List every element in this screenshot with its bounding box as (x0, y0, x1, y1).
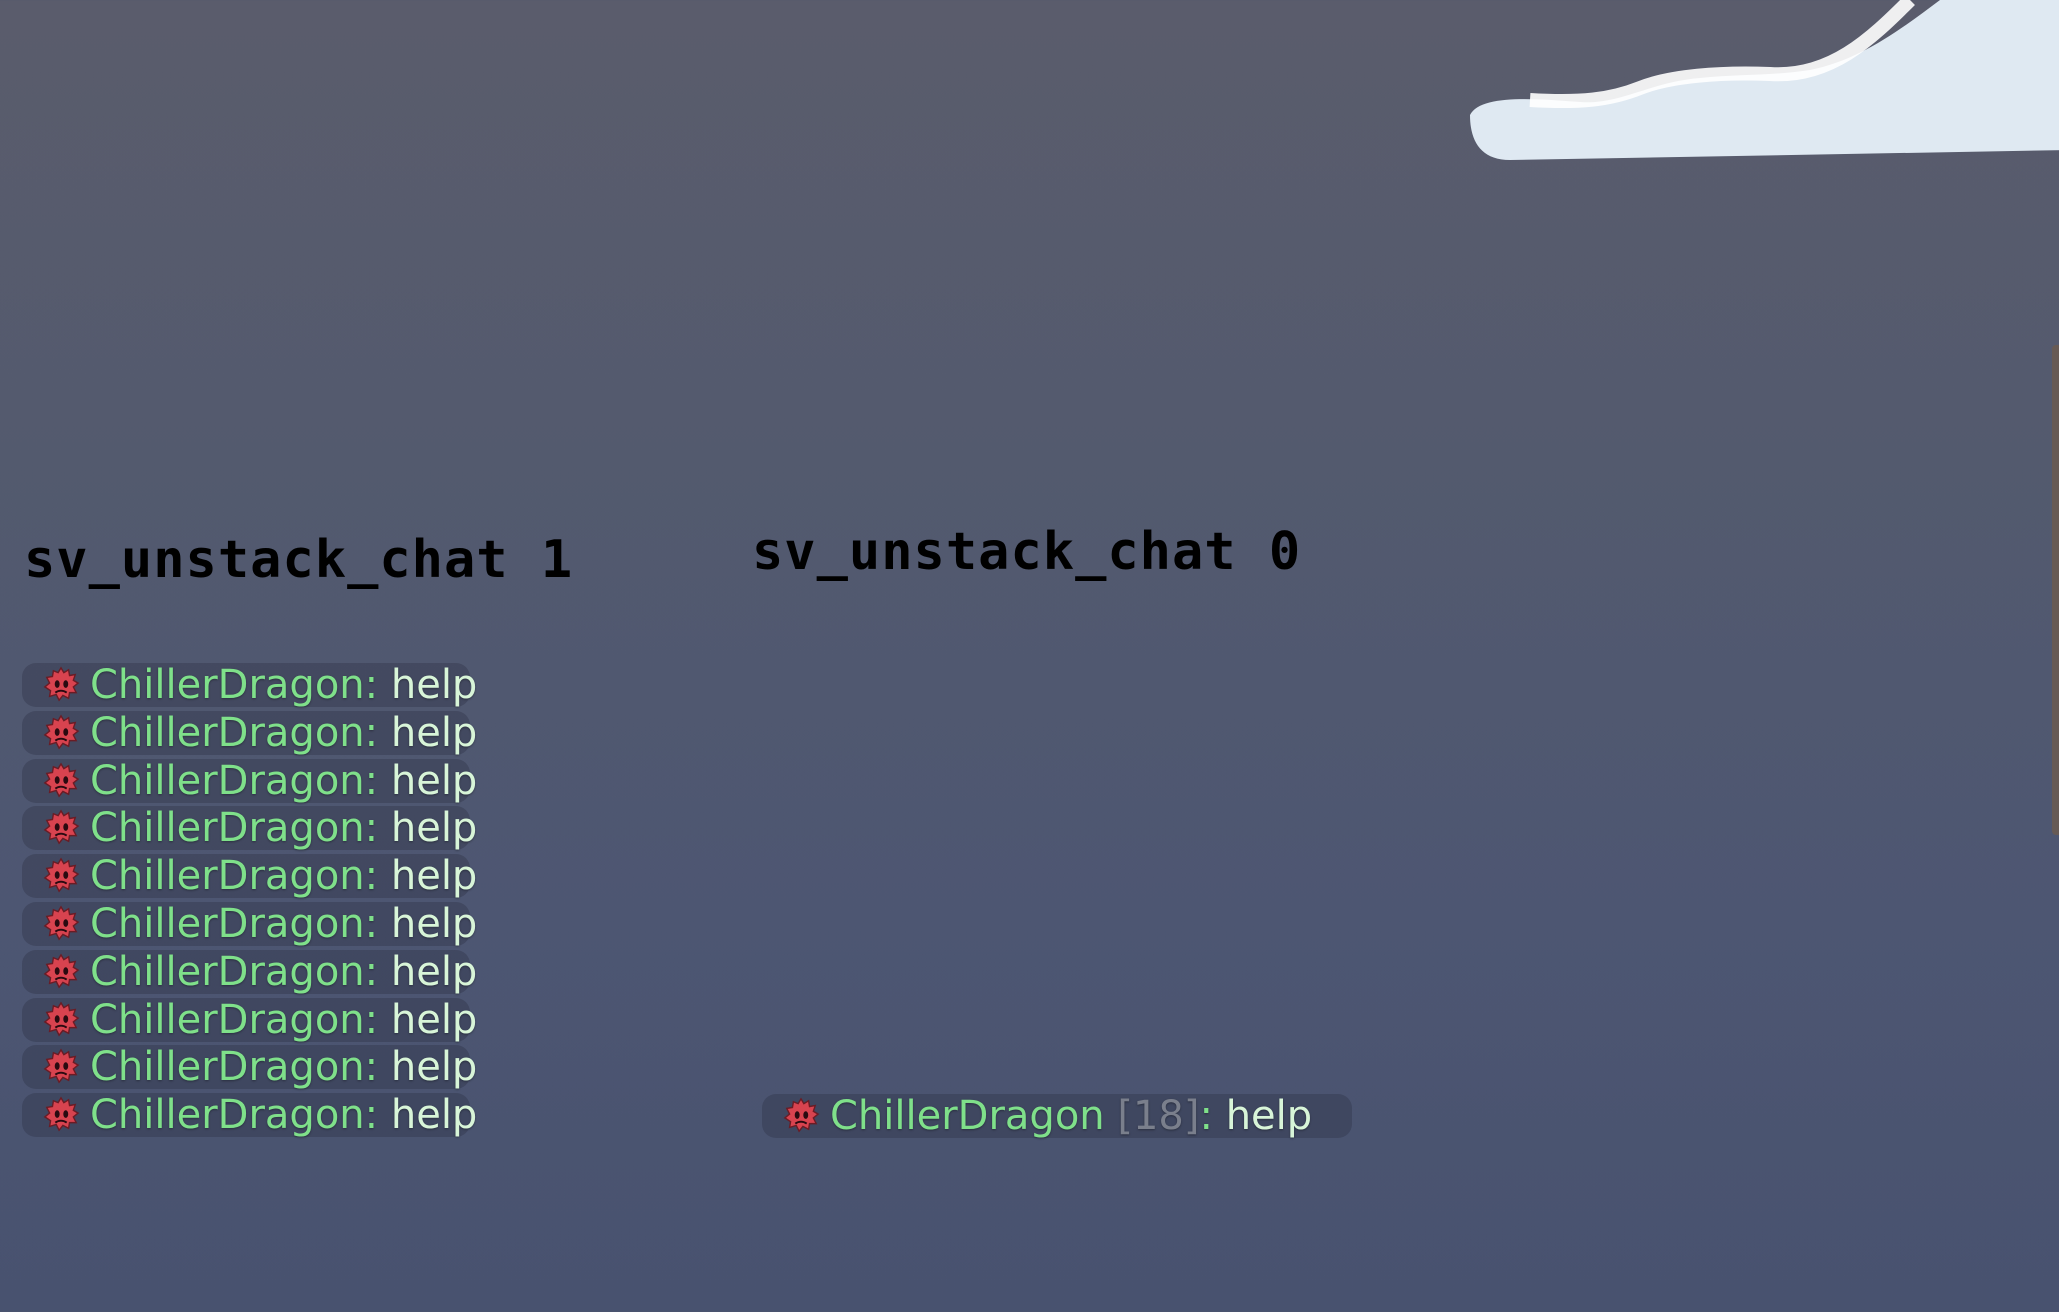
name-separator: : (364, 709, 391, 756)
player-name: ChillerDragon (90, 1044, 365, 1091)
tee-avatar-icon (43, 1096, 80, 1132)
tee-avatar-icon (43, 1001, 80, 1037)
player-name: ChillerDragon (90, 709, 365, 756)
tee-avatar-icon (43, 666, 80, 702)
message-text: help (1225, 1093, 1313, 1139)
name-separator: : (364, 1044, 391, 1091)
chat-message: ChillerDragon: help (22, 805, 477, 852)
tee-avatar-icon (43, 905, 80, 941)
name-separator: : (1199, 1093, 1226, 1139)
message-text: help (390, 1044, 478, 1091)
tee-avatar-icon (43, 857, 80, 893)
chat-message: ChillerDragon: help (22, 853, 477, 900)
tee-avatar-icon (43, 953, 80, 989)
caption-unstack-1: sv_unstack_chat 1 (24, 530, 574, 590)
name-separator: : (364, 853, 391, 900)
message-text: help (390, 662, 478, 708)
player-name: ChillerDragon (90, 805, 365, 852)
player-name: ChillerDragon (90, 996, 365, 1043)
message-text: help (390, 709, 478, 756)
tee-avatar-icon (783, 1097, 820, 1133)
chat-message: ChillerDragon: help (22, 900, 477, 947)
name-separator: : (364, 900, 391, 947)
message-text: help (390, 1092, 478, 1139)
repeat-count: [18] (1104, 1093, 1200, 1139)
name-separator: : (364, 805, 391, 852)
player-name: ChillerDragon (90, 757, 365, 804)
tee-avatar-icon (43, 1048, 80, 1084)
chat-log-unstacked: ChillerDragon: help ChillerDragon: help … (22, 662, 477, 1141)
message-text: help (390, 948, 478, 995)
chat-message: ChillerDragon: help (22, 709, 477, 756)
chat-message: ChillerDragon: help (22, 996, 477, 1043)
chat-message: ChillerDragon: help (22, 757, 477, 804)
tee-avatar-icon (43, 714, 80, 750)
player-name: ChillerDragon (90, 853, 365, 900)
player-name: ChillerDragon (90, 948, 365, 995)
chat-message: ChillerDragon: help (22, 948, 477, 995)
tee-avatar-icon (43, 809, 80, 845)
player-name: ChillerDragon (90, 900, 365, 947)
caption-unstack-0: sv_unstack_chat 0 (752, 522, 1302, 582)
name-separator: : (364, 948, 391, 995)
name-separator: : (364, 996, 391, 1043)
name-separator: : (364, 757, 391, 804)
player-name: ChillerDragon (90, 662, 365, 708)
player-name: ChillerDragon (90, 1092, 365, 1139)
player-name: ChillerDragon (830, 1093, 1105, 1139)
chat-message: ChillerDragon: help (22, 1044, 477, 1091)
name-separator: : (364, 1092, 391, 1139)
chat-message: ChillerDragon: help (22, 662, 477, 708)
tee-avatar-icon (43, 762, 80, 798)
chat-message-stacked: ChillerDragon [18]: help (762, 1093, 1352, 1139)
name-separator: : (364, 662, 391, 708)
message-text: help (390, 996, 478, 1043)
message-text: help (390, 853, 478, 900)
message-text: help (390, 757, 478, 804)
message-text: help (390, 805, 478, 852)
chat-message: ChillerDragon: help (22, 1092, 477, 1139)
edge-tile-decoration (2052, 345, 2059, 835)
cloud-decoration (1470, 0, 2059, 160)
message-text: help (390, 900, 478, 947)
